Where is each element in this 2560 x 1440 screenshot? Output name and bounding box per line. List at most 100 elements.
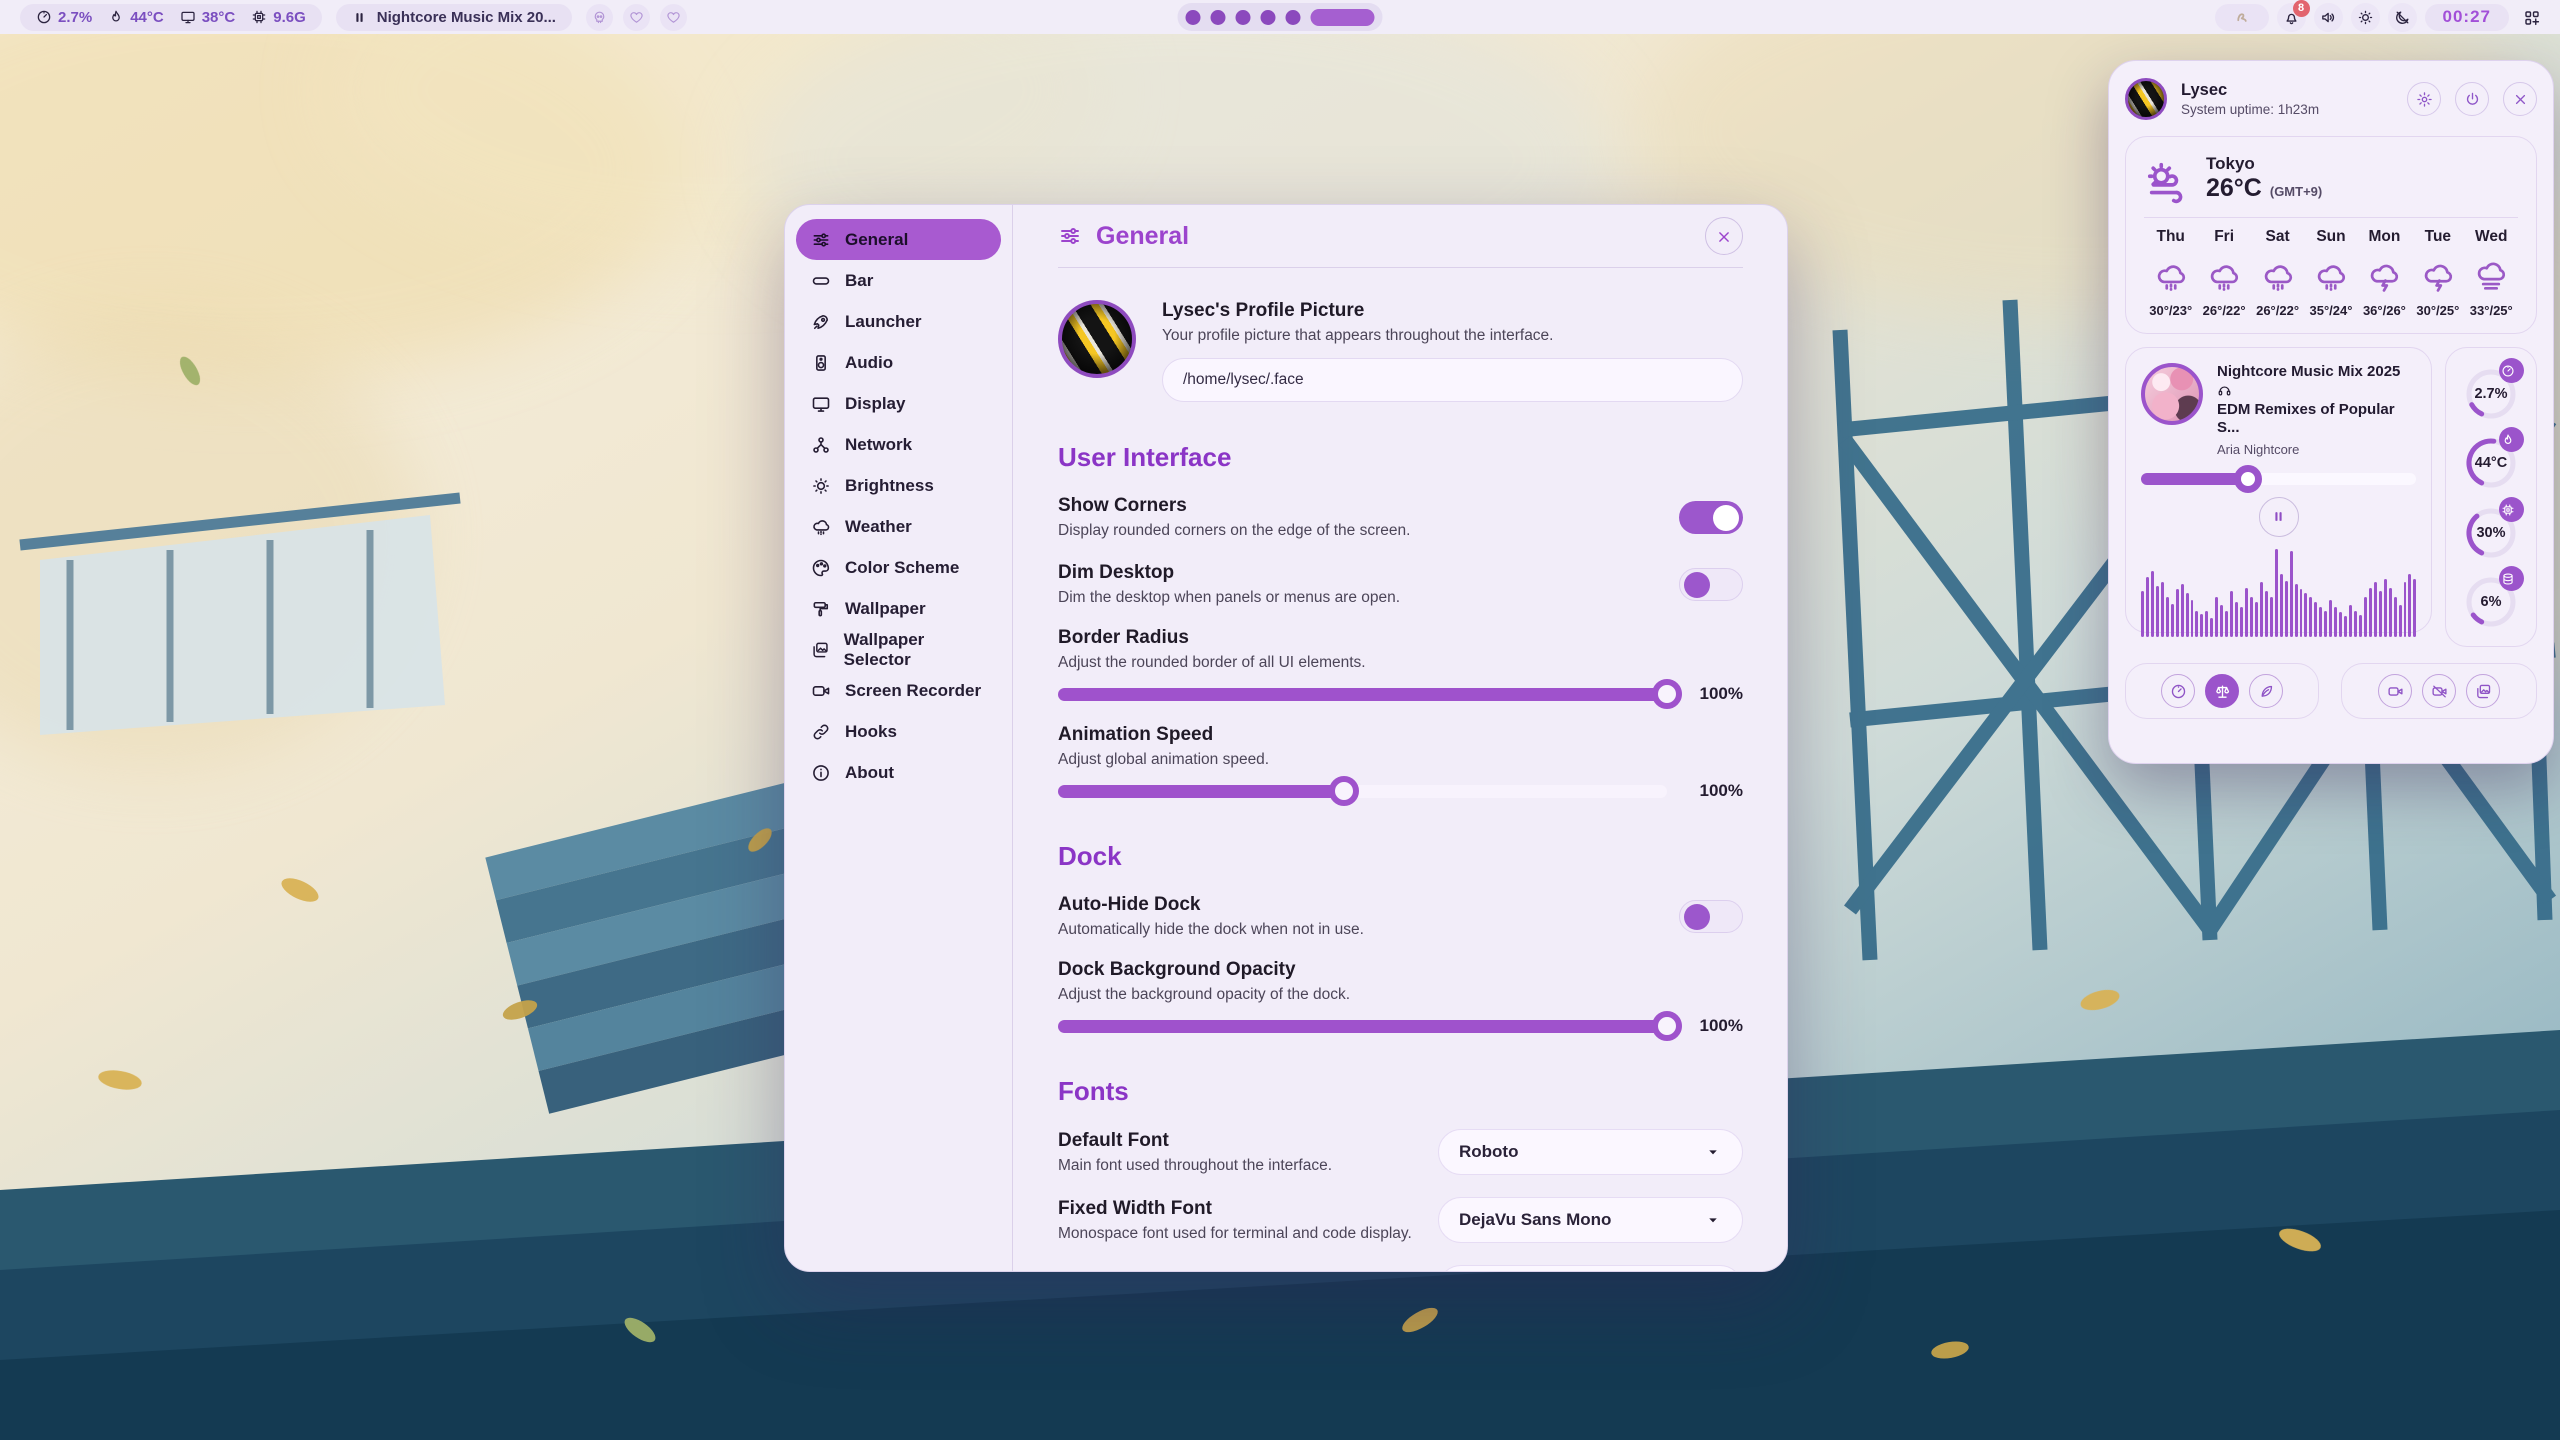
- dropdown-default-font[interactable]: Roboto: [1438, 1129, 1743, 1175]
- divider: [2144, 217, 2518, 218]
- settings-button[interactable]: [2407, 82, 2441, 116]
- skull-icon: [592, 10, 607, 25]
- monitor-icon: [180, 9, 196, 25]
- power-button[interactable]: [2455, 82, 2489, 116]
- setting-description: Automatically hide the dock when not in …: [1058, 921, 1364, 939]
- slider-dock-background-opacity[interactable]: [1058, 1020, 1667, 1033]
- power-profile-gauge-button[interactable]: [2161, 674, 2195, 708]
- section-title: Fonts: [1058, 1076, 1743, 1107]
- close-button[interactable]: [1705, 217, 1743, 255]
- bar-heart-button[interactable]: [623, 4, 650, 31]
- slider-value: 100%: [1685, 781, 1743, 801]
- sidebar-item-color-scheme[interactable]: Color Scheme: [796, 547, 1001, 588]
- weather-city: Tokyo: [2206, 154, 2322, 174]
- sidebar-item-general[interactable]: General: [796, 219, 1001, 260]
- sidebar-item-wallpaper-selector[interactable]: Wallpaper Selector: [796, 629, 1001, 670]
- tray-app-icon: [2233, 9, 2251, 27]
- setting-row: Show CornersDisplay rounded corners on t…: [1058, 495, 1743, 540]
- workspace-dot[interactable]: [1236, 10, 1251, 25]
- setting-row: Auto-Hide DockAutomatically hide the doc…: [1058, 894, 1743, 939]
- clock[interactable]: 00:27: [2425, 4, 2509, 31]
- power-profile-scales-button[interactable]: [2205, 674, 2239, 708]
- media-progress-slider[interactable]: [2141, 473, 2416, 485]
- toggle-show-corners[interactable]: [1679, 501, 1743, 534]
- bar-heart-button[interactable]: [660, 4, 687, 31]
- bar-stat-monitor: 38°C: [180, 9, 236, 26]
- setting-label: Default Font: [1058, 1130, 1332, 1152]
- slider-border-radius[interactable]: [1058, 688, 1667, 701]
- bar-quick-icons: [586, 4, 687, 31]
- workspace-dot[interactable]: [1286, 10, 1301, 25]
- workspace-dot[interactable]: [1261, 10, 1276, 25]
- headphones-icon: [2217, 383, 2232, 398]
- clock-label: 00:27: [2443, 7, 2491, 27]
- sidebar-item-wallpaper[interactable]: Wallpaper: [796, 588, 1001, 629]
- workspace-dot[interactable]: [1211, 10, 1226, 25]
- cloud-rain-icon: [2314, 260, 2348, 294]
- volume-button[interactable]: [2314, 3, 2343, 32]
- chip-icon: [2499, 497, 2524, 522]
- workspace-dot[interactable]: [1186, 10, 1201, 25]
- close-panel-button[interactable]: [2503, 82, 2537, 116]
- media-artist: Aria Nightcore: [2217, 442, 2416, 457]
- setting-description: Main font used throughout the interface.: [1058, 1157, 1332, 1175]
- utility-videocam-button[interactable]: [2378, 674, 2412, 708]
- sidebar-item-about[interactable]: About: [796, 752, 1001, 793]
- workspace-active[interactable]: [1311, 9, 1375, 26]
- headphones-icon: [2217, 382, 2232, 399]
- scales-icon: [2214, 683, 2231, 700]
- notifications-button[interactable]: 8: [2277, 3, 2306, 32]
- bar-right-group: 8 00:27: [2215, 0, 2546, 34]
- toggle-auto-hide-dock[interactable]: [1679, 900, 1743, 933]
- utility-images-button[interactable]: [2466, 674, 2500, 708]
- tune-icon: [1058, 224, 1082, 248]
- toggle-dim-desktop[interactable]: [1679, 568, 1743, 601]
- gauge-flame: 44°C: [2461, 429, 2521, 495]
- setting-row: Animation SpeedAdjust global animation s…: [1058, 724, 1743, 801]
- sun-wind-icon: [2144, 151, 2190, 205]
- bar-skull-button[interactable]: [586, 4, 613, 31]
- utility-videocam-off-button[interactable]: [2422, 674, 2456, 708]
- setting-label: Dim Desktop: [1058, 562, 1400, 584]
- caret-down-icon: [1704, 1211, 1722, 1229]
- setting-row: Fixed Width FontMonospace font used for …: [1058, 1197, 1743, 1243]
- sidebar-item-audio[interactable]: Audio: [796, 342, 1001, 383]
- bar-media-pill[interactable]: Nightcore Music Mix 20...: [336, 4, 572, 31]
- gauge-value: 44°C: [2461, 455, 2521, 471]
- sidebar-item-weather[interactable]: Weather: [796, 506, 1001, 547]
- setting-row: Default Font Main font used throughout th…: [1058, 1129, 1743, 1175]
- videocam-off-icon: [2431, 683, 2448, 700]
- brightness-button[interactable]: [2351, 3, 2380, 32]
- sidebar-item-screen-recorder[interactable]: Screen Recorder: [796, 670, 1001, 711]
- images-icon: [811, 640, 830, 660]
- profile-path-input[interactable]: [1162, 358, 1743, 402]
- sidebar-item-display[interactable]: Display: [796, 383, 1001, 424]
- speaker-icon: [2320, 9, 2337, 26]
- section-title: User Interface: [1058, 442, 1743, 473]
- sidebar-item-brightness[interactable]: Brightness: [796, 465, 1001, 506]
- sidebar-item-launcher[interactable]: Launcher: [796, 301, 1001, 342]
- power-profile-leaf-button[interactable]: [2249, 674, 2283, 708]
- setting-row: Border RadiusAdjust the rounded border o…: [1058, 627, 1743, 704]
- sidebar-item-bar[interactable]: Bar: [796, 260, 1001, 301]
- slider-animation-speed[interactable]: [1058, 785, 1667, 798]
- forecast-day: Wed33°/25°: [2465, 228, 2518, 318]
- network-icon: [811, 435, 831, 455]
- dashboard-toggle-button[interactable]: [2517, 3, 2546, 32]
- system-stats-pill[interactable]: 2.7%44°C38°C9.6G: [20, 4, 322, 31]
- workspace-indicator[interactable]: [1178, 3, 1383, 31]
- setting-label: Animation Speed: [1058, 724, 1743, 746]
- system-gauges-card: 2.7%44°C30%6%: [2445, 347, 2537, 647]
- profile-picture[interactable]: [1058, 300, 1136, 378]
- user-info: Lysec System uptime: 1h23m: [2181, 81, 2393, 117]
- tray-app-icon[interactable]: [2215, 4, 2269, 31]
- bar-stat-flame: 44°C: [108, 9, 164, 26]
- play-pause-button[interactable]: [2259, 497, 2299, 537]
- sidebar-item-network[interactable]: Network: [796, 424, 1001, 465]
- sidebar-item-hooks[interactable]: Hooks: [796, 711, 1001, 752]
- dropdown-fixed-width-font[interactable]: DejaVu Sans Mono: [1438, 1197, 1743, 1243]
- dropdown-billboard-font[interactable]: [1438, 1265, 1743, 1271]
- monitor-icon: [811, 394, 831, 414]
- setting-label: Fixed Width Font: [1058, 1198, 1412, 1220]
- night-light-button[interactable]: [2388, 3, 2417, 32]
